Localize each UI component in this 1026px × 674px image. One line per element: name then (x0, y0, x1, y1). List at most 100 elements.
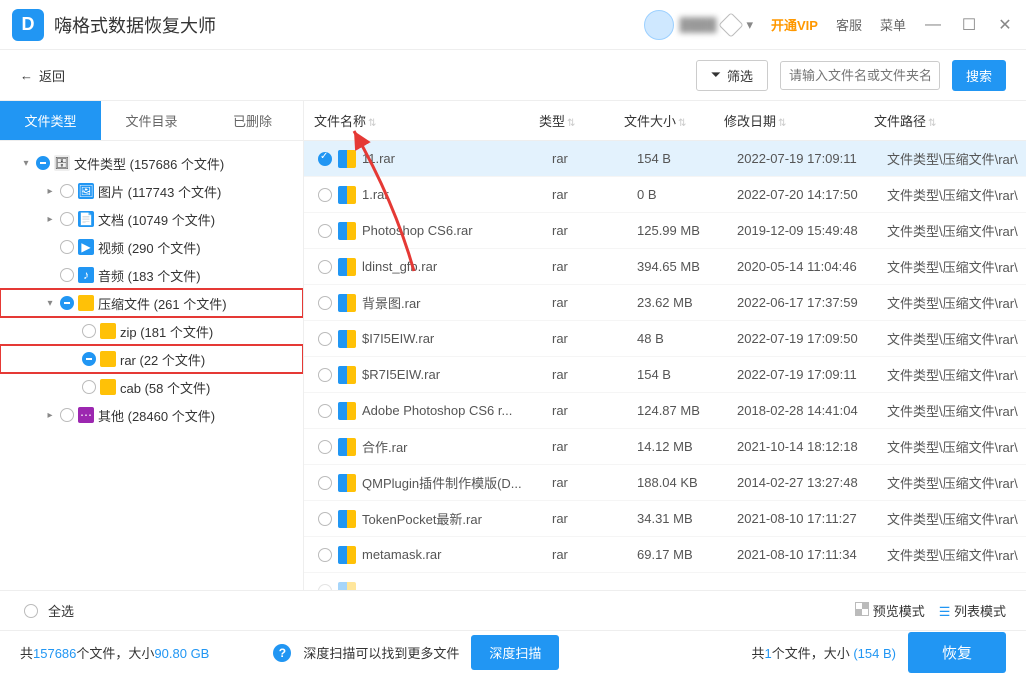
tree-images[interactable]: ▸🖼图片 (117743 个文件) (0, 177, 303, 205)
table-row[interactable]: $R7I5EIW.rarrar154 B2022-07-19 17:09:11文… (304, 357, 1026, 393)
table-row[interactable]: $I7I5EIW.rarrar48 B2022-07-19 17:09:50文件… (304, 321, 1026, 357)
row-checkbox[interactable] (318, 332, 332, 346)
row-checkbox[interactable] (318, 224, 332, 238)
table-row[interactable]: metamask.rarrar69.17 MB2021-08-10 17:11:… (304, 537, 1026, 573)
cell-size: 125.99 MB (637, 223, 737, 238)
row-checkbox[interactable] (318, 188, 332, 202)
row-checkbox[interactable] (318, 404, 332, 418)
table-row[interactable]: 合作.rarrar14.12 MB2021-10-14 18:12:18文件类型… (304, 429, 1026, 465)
rar-file-icon (338, 510, 356, 528)
cell-path: 文件类型\压缩文件\rar\ (887, 257, 1026, 276)
cell-size: 124.87 MB (637, 403, 737, 418)
cell-size: 188.04 KB (637, 475, 737, 490)
col-type[interactable]: 类型⇅ (539, 111, 624, 130)
cell-date: 2022-07-19 17:09:50 (737, 331, 887, 346)
cell-path: 文件类型\压缩文件\rar\ (887, 293, 1026, 312)
minimize-icon[interactable]: — (924, 16, 942, 34)
cell-date: 2021-08-10 17:11:34 (737, 547, 887, 562)
cell-name: 1.rar (362, 187, 552, 202)
tree-audio[interactable]: ♪音频 (183 个文件) (0, 261, 303, 289)
cell-path: 文件类型\压缩文件\rar\ (887, 221, 1026, 240)
table-row[interactable]: 11.rarrar154 B2022-07-19 17:09:11文件类型\压缩… (304, 141, 1026, 177)
cell-name: QMPlugin插件制作模版(D... (362, 473, 552, 492)
cell-size: 48 B (637, 331, 737, 346)
tree-other[interactable]: ▸⋯其他 (28460 个文件) (0, 401, 303, 429)
tree-archive[interactable]: ▾压缩文件 (261 个文件) (0, 289, 303, 317)
row-checkbox[interactable] (318, 440, 332, 454)
row-checkbox[interactable] (318, 152, 332, 166)
cell-date: 2018-02-28 14:41:04 (737, 403, 887, 418)
close-icon[interactable]: ✕ (996, 16, 1014, 34)
tab-deleted[interactable]: 已删除 (202, 101, 303, 141)
rar-file-icon (338, 438, 356, 456)
row-checkbox[interactable] (318, 260, 332, 274)
rar-file-icon (338, 222, 356, 240)
recover-button[interactable]: 恢复 (908, 632, 1006, 673)
user-area[interactable]: ████ ▾ (644, 10, 753, 40)
tree-zip[interactable]: zip (181 个文件) (0, 317, 303, 345)
table-row[interactable]: QMPlugin插件制作模版(D...rar188.04 KB2014-02-2… (304, 465, 1026, 501)
preview-mode[interactable]: 预览模式 (855, 601, 925, 620)
cell-path: 文件类型\压缩文件\rar\ (887, 509, 1026, 528)
cell-type: rar (552, 295, 637, 310)
table-row[interactable]: 背景图.rarrar23.62 MB2022-06-17 17:37:59文件类… (304, 285, 1026, 321)
col-date[interactable]: 修改日期⇅ (724, 111, 874, 130)
row-checkbox[interactable] (318, 296, 332, 310)
cell-type: rar (552, 223, 637, 238)
list-icon: ☰ (939, 604, 951, 619)
table-row[interactable]: Adobe Photoshop CS6 r...rar124.87 MB2018… (304, 393, 1026, 429)
col-size[interactable]: 文件大小⇅ (624, 111, 724, 130)
cell-type: rar (552, 403, 637, 418)
search-input[interactable] (780, 61, 940, 90)
vip-link[interactable]: 开通VIP (771, 15, 818, 34)
tree-video[interactable]: ▶视频 (290 个文件) (0, 233, 303, 261)
tab-file-type[interactable]: 文件类型 (0, 101, 101, 141)
cell-name: Photoshop CS6.rar (362, 223, 552, 238)
row-checkbox[interactable] (318, 368, 332, 382)
back-button[interactable]: ← 返回 (20, 66, 65, 85)
cell-type: rar (552, 367, 637, 382)
tree-cab[interactable]: cab (58 个文件) (0, 373, 303, 401)
sidebar: 文件类型 文件目录 已删除 ▾🗄文件类型 (157686 个文件) ▸🖼图片 (… (0, 101, 304, 590)
maximize-icon[interactable]: ☐ (960, 16, 978, 34)
tree-rar[interactable]: rar (22 个文件) (0, 345, 303, 373)
cell-name: metamask.rar (362, 547, 552, 562)
col-path[interactable]: 文件路径⇅ (874, 111, 1026, 130)
shield-icon (719, 12, 744, 37)
cell-date: 2022-07-19 17:09:11 (737, 151, 887, 166)
table-row[interactable]: ldinst_gfb.rarrar394.65 MB2020-05-14 11:… (304, 249, 1026, 285)
rar-file-icon (338, 546, 356, 564)
support-link[interactable]: 客服 (836, 15, 862, 34)
avatar-icon (644, 10, 674, 40)
filter-label: 筛选 (727, 66, 753, 85)
search-button[interactable]: 搜索 (952, 60, 1006, 91)
menu-link[interactable]: 菜单 (880, 15, 906, 34)
tree: ▾🗄文件类型 (157686 个文件) ▸🖼图片 (117743 个文件) ▸📄… (0, 141, 303, 437)
list-mode[interactable]: ☰ 列表模式 (939, 601, 1006, 620)
deep-scan-button[interactable]: 深度扫描 (471, 635, 559, 670)
cell-size: 34.31 MB (637, 511, 737, 526)
table-row[interactable]: 1.rarrar0 B2022-07-20 14:17:50文件类型\压缩文件\… (304, 177, 1026, 213)
tree-docs[interactable]: ▸📄文档 (10749 个文件) (0, 205, 303, 233)
row-checkbox[interactable] (318, 476, 332, 490)
cell-size: 69.17 MB (637, 547, 737, 562)
table-row[interactable]: … (304, 573, 1026, 590)
row-checkbox[interactable] (318, 548, 332, 562)
table-row[interactable]: Photoshop CS6.rarrar125.99 MB2019-12-09 … (304, 213, 1026, 249)
select-all[interactable]: 全选 (20, 601, 74, 620)
col-name[interactable]: 文件名称⇅ (314, 111, 539, 130)
tree-root[interactable]: ▾🗄文件类型 (157686 个文件) (0, 149, 303, 177)
cell-name: $I7I5EIW.rar (362, 331, 552, 346)
arrow-left-icon: ← (20, 68, 33, 83)
row-checkbox[interactable] (318, 512, 332, 526)
rar-file-icon (338, 366, 356, 384)
rar-file-icon (338, 258, 356, 276)
app-logo: D (12, 9, 44, 41)
tab-file-dir[interactable]: 文件目录 (101, 101, 202, 141)
filter-button[interactable]: ⏷ 筛选 (696, 60, 768, 91)
cell-type: rar (552, 151, 637, 166)
total-files: 共157686个文件，大小90.80 GB (20, 643, 209, 662)
rar-file-icon (338, 474, 356, 492)
table-row[interactable]: TokenPocket最新.rarrar34.31 MB2021-08-10 1… (304, 501, 1026, 537)
chevron-down-icon: ▾ (746, 17, 753, 33)
